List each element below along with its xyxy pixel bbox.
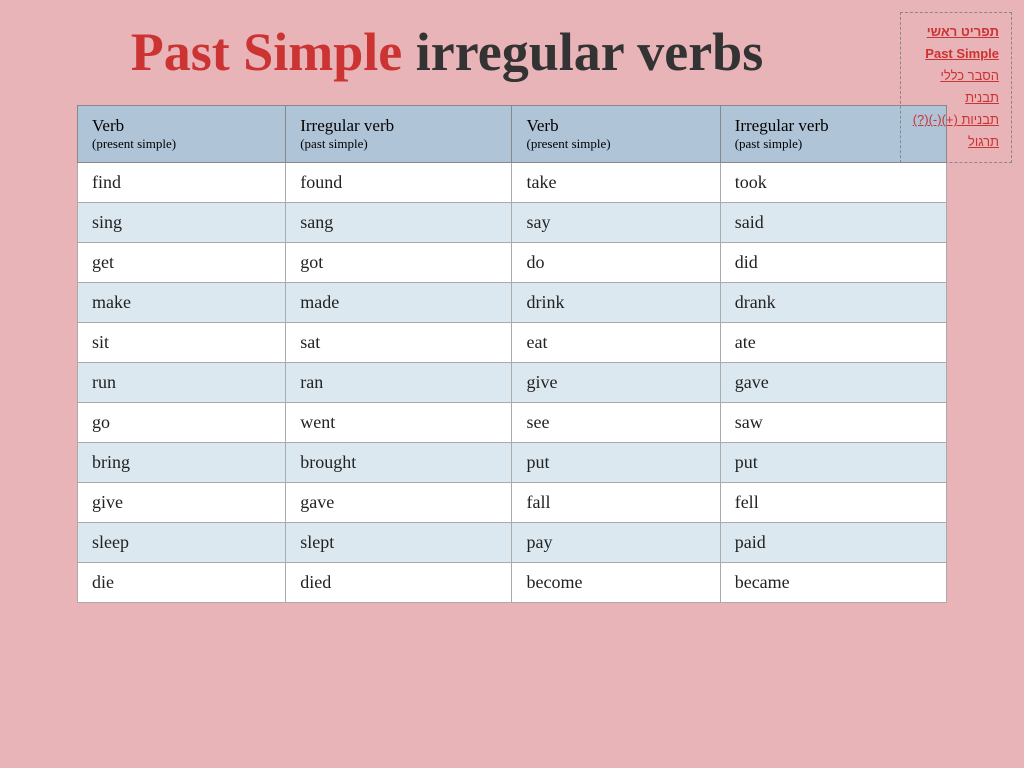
table-cell: say <box>512 202 720 242</box>
table-cell: gave <box>720 362 946 402</box>
nav-item-past-simple[interactable]: Past Simple <box>913 43 999 65</box>
nav-item-practice[interactable]: תרגול <box>913 131 999 153</box>
table-cell: go <box>78 402 286 442</box>
table-cell: take <box>512 162 720 202</box>
table-cell: bring <box>78 442 286 482</box>
table-cell: see <box>512 402 720 442</box>
table-cell: made <box>286 282 512 322</box>
table-cell: drink <box>512 282 720 322</box>
table-row: gowentseesaw <box>78 402 947 442</box>
table-cell: die <box>78 562 286 602</box>
table-cell: become <box>512 562 720 602</box>
title-area: Past Simple irregular verbs <box>30 20 994 85</box>
table-cell: sang <box>286 202 512 242</box>
table-cell: find <box>78 162 286 202</box>
table-cell: found <box>286 162 512 202</box>
title-irregular-verbs: irregular verbs <box>416 22 763 82</box>
table-header-row: Verb (present simple) Irregular verb (pa… <box>78 105 947 162</box>
table-cell: slept <box>286 522 512 562</box>
nav-item-general[interactable]: הסבר כללי <box>913 65 999 87</box>
table-cell: saw <box>720 402 946 442</box>
table-cell: eat <box>512 322 720 362</box>
table-cell: sat <box>286 322 512 362</box>
table-cell: put <box>720 442 946 482</box>
table-cell: died <box>286 562 512 602</box>
table-cell: ran <box>286 362 512 402</box>
table-cell: do <box>512 242 720 282</box>
table-cell: drank <box>720 282 946 322</box>
table-cell: give <box>78 482 286 522</box>
navigation-box[interactable]: תפריט ראשי Past Simple הסבר כללי תבנית ת… <box>900 12 1012 163</box>
table-row: runrangivegave <box>78 362 947 402</box>
table-cell: did <box>720 242 946 282</box>
table-cell: fell <box>720 482 946 522</box>
table-cell: sing <box>78 202 286 242</box>
table-cell: gave <box>286 482 512 522</box>
table-row: givegavefallfell <box>78 482 947 522</box>
table-row: makemadedrinkdrank <box>78 282 947 322</box>
table-cell: put <box>512 442 720 482</box>
table-cell: paid <box>720 522 946 562</box>
nav-item-pattern[interactable]: תבנית <box>913 87 999 109</box>
table-cell: ate <box>720 322 946 362</box>
header-irregular-past: Irregular verb (past simple) <box>286 105 512 162</box>
table-cell: fall <box>512 482 720 522</box>
table-row: singsangsaysaid <box>78 202 947 242</box>
header-verb-present: Verb (present simple) <box>78 105 286 162</box>
table-row: sitsateatate <box>78 322 947 362</box>
table-cell: run <box>78 362 286 402</box>
table-cell: brought <box>286 442 512 482</box>
table-cell: went <box>286 402 512 442</box>
table-cell: make <box>78 282 286 322</box>
verbs-table: Verb (present simple) Irregular verb (pa… <box>77 105 947 603</box>
table-cell: got <box>286 242 512 282</box>
table-row: getgotdodid <box>78 242 947 282</box>
table-cell: sit <box>78 322 286 362</box>
table-cell: give <box>512 362 720 402</box>
table-row: sleepsleptpaypaid <box>78 522 947 562</box>
table-cell: sleep <box>78 522 286 562</box>
nav-item-main[interactable]: תפריט ראשי <box>913 21 999 43</box>
table-cell: pay <box>512 522 720 562</box>
table-row: bringbroughtputput <box>78 442 947 482</box>
table-cell: said <box>720 202 946 242</box>
table-row: diediedbecomebecame <box>78 562 947 602</box>
title-past-simple: Past Simple <box>131 22 403 82</box>
page-title: Past Simple irregular verbs <box>30 20 864 85</box>
table-cell: took <box>720 162 946 202</box>
header-verb-present-2: Verb (present simple) <box>512 105 720 162</box>
table-cell: became <box>720 562 946 602</box>
table-cell: get <box>78 242 286 282</box>
table-row: findfoundtaketook <box>78 162 947 202</box>
nav-item-patterns-full[interactable]: תבניות (+)(-)(?) <box>913 109 999 131</box>
